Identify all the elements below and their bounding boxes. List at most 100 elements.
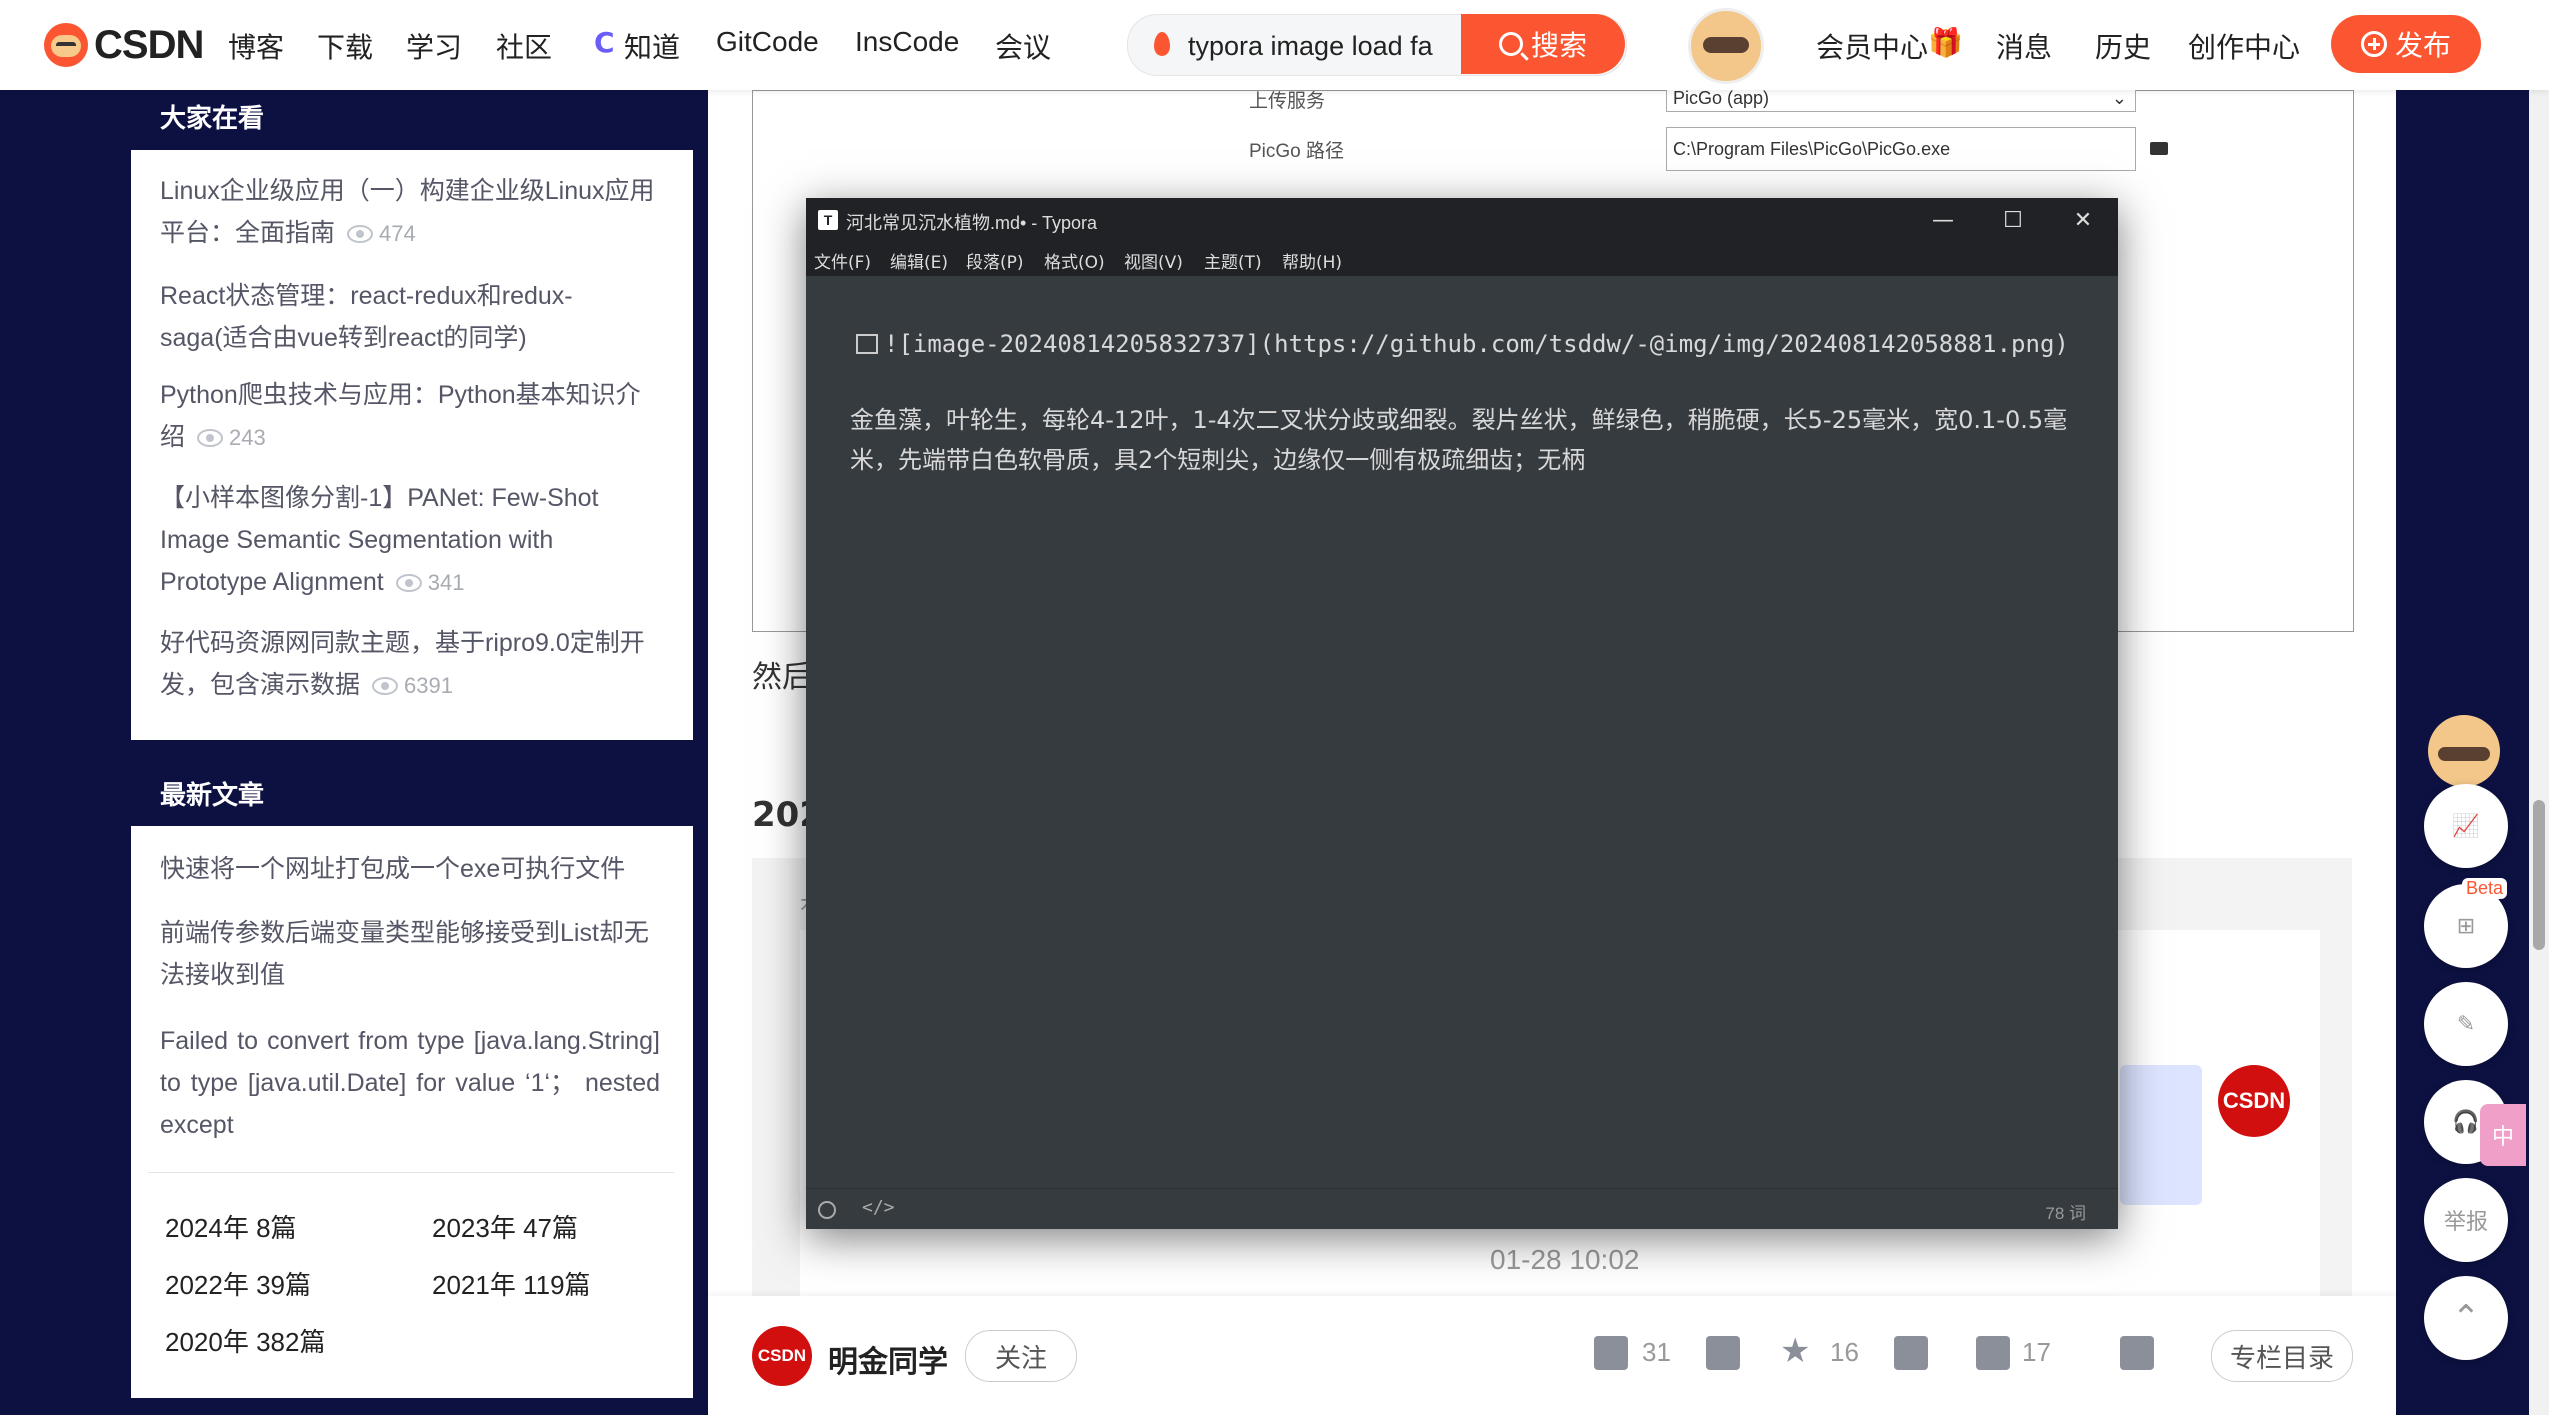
typora-app-icon: T xyxy=(818,210,838,230)
word-count[interactable]: 78 词 xyxy=(2045,1199,2086,1224)
column-toc-button[interactable]: 专栏目录 xyxy=(2211,1330,2353,1382)
share-icon[interactable] xyxy=(2120,1336,2154,1370)
nav-blog[interactable]: 博客 xyxy=(228,26,284,66)
archive-item[interactable]: 2020年 382篇 xyxy=(165,1322,325,1359)
eye-icon xyxy=(395,574,422,593)
like-count: 31 xyxy=(1642,1337,1671,1367)
nav-gitcode[interactable]: GitCode xyxy=(716,26,819,58)
dislike-icon[interactable] xyxy=(1706,1336,1740,1370)
like-icon[interactable] xyxy=(1594,1336,1628,1370)
menu-format[interactable]: 格式(O) xyxy=(1044,248,1105,273)
edit-icon[interactable]: ✎ xyxy=(2424,982,2508,1066)
nav-vip-center[interactable]: 会员中心 xyxy=(1816,26,1928,66)
csdn-logo[interactable]: CSDN xyxy=(44,22,204,68)
chat-bubble xyxy=(2120,1065,2202,1205)
article-text: 然后 xyxy=(752,660,812,695)
author-avatar[interactable]: CSDN xyxy=(752,1326,812,1386)
menu-theme[interactable]: 主题(T) xyxy=(1204,248,1262,273)
view-count: 6391 xyxy=(404,673,453,698)
scrollbar-thumb[interactable] xyxy=(2533,800,2545,950)
eye-icon xyxy=(372,677,399,696)
image-markdown-line[interactable]: ![image-20240814205832737](https://githu… xyxy=(884,330,2069,358)
search-input[interactable] xyxy=(1186,25,1450,67)
upload-service-label: 上传服务 xyxy=(1249,91,1326,112)
archive-count: 39篇 xyxy=(256,1270,311,1300)
menu-edit[interactable]: 编辑(E) xyxy=(890,248,948,273)
popular-item-title: React状态管理：react-redux和redux-saga(适合由vue转… xyxy=(160,282,573,352)
favorite-icon[interactable]: ★ xyxy=(1780,1331,1810,1371)
archive-count: 47篇 xyxy=(523,1213,578,1243)
archive-item[interactable]: 2022年 39篇 xyxy=(165,1265,311,1302)
popular-item[interactable]: 【小样本图像分割-1】PANet: Few-Shot Image Semanti… xyxy=(160,477,660,604)
scrollbar[interactable] xyxy=(2529,90,2549,1415)
csdn-badge: CSDN xyxy=(2218,1065,2290,1137)
menu-file[interactable]: 文件(F) xyxy=(814,248,871,273)
close-icon[interactable]: ✕ xyxy=(2048,198,2118,242)
logo-text: CSDN xyxy=(94,22,204,67)
nav-inscode[interactable]: InsCode xyxy=(855,26,959,58)
archive-year: 2020年 xyxy=(165,1327,249,1357)
reward-icon[interactable] xyxy=(1894,1336,1928,1370)
archive-item[interactable]: 2024年 8篇 xyxy=(165,1208,297,1245)
popular-item[interactable]: Python爬虫技术与应用：Python基本知识介绍 243 xyxy=(160,374,660,459)
archive-year: 2021年 xyxy=(432,1270,516,1300)
popular-item[interactable]: React状态管理：react-redux和redux-saga(适合由vue转… xyxy=(160,275,660,359)
popular-item[interactable]: Linux企业级应用（一）构建企业级Linux应用平台：全面指南 474 xyxy=(160,170,660,255)
archive-count: 8篇 xyxy=(256,1213,297,1243)
picgo-path-field: C:\Program Files\PicGo\PicGo.exe xyxy=(1666,127,2136,171)
nav-history[interactable]: 历史 xyxy=(2095,26,2151,66)
view-count: 243 xyxy=(229,425,266,450)
publish-button[interactable]: 发布 xyxy=(2331,15,2481,73)
popular-item-title: 好代码资源网同款主题，基于ripro9.0定制开发，包含演示数据 xyxy=(160,629,645,699)
nav-zhidao[interactable]: 知道 xyxy=(624,26,680,66)
nav-messages[interactable]: 消息 xyxy=(1996,26,2052,66)
status-bar: </> 78 词 xyxy=(806,1188,2118,1229)
back-to-top-icon[interactable]: ⌃ xyxy=(2424,1276,2508,1360)
window-titlebar[interactable]: T 河北常见沉水植物.md• - Typora — ☐ ✕ xyxy=(806,198,2118,242)
popular-item-title: 【小样本图像分割-1】PANet: Few-Shot Image Semanti… xyxy=(160,484,599,596)
source-mode-icon[interactable]: </> xyxy=(862,1197,895,1218)
nav-creator-center[interactable]: 创作中心 xyxy=(2188,26,2300,66)
latest-title: 最新文章 xyxy=(160,781,265,811)
nav-learn[interactable]: 学习 xyxy=(406,26,462,66)
maximize-icon[interactable]: ☐ xyxy=(1978,198,2048,242)
ime-indicator: 中 xyxy=(2480,1104,2526,1166)
comment-icon[interactable] xyxy=(1976,1336,2010,1370)
zhidao-c-icon: C xyxy=(594,26,615,59)
folder-icon xyxy=(2150,142,2168,155)
archive-year: 2022年 xyxy=(165,1270,249,1300)
eye-icon xyxy=(347,225,374,244)
archive-item[interactable]: 2023年 47篇 xyxy=(432,1208,578,1245)
eye-icon xyxy=(197,429,224,448)
nav-meeting[interactable]: 会议 xyxy=(995,26,1051,66)
archive-item[interactable]: 2021年 119篇 xyxy=(432,1265,591,1302)
latest-item[interactable]: 前端传参数后端变量类型能够接受到List却无法接收到值 xyxy=(160,912,660,996)
user-avatar[interactable] xyxy=(1688,8,1764,84)
menu-view[interactable]: 视图(V) xyxy=(1124,248,1183,273)
menu-paragraph[interactable]: 段落(P) xyxy=(966,248,1024,273)
popular-item[interactable]: 好代码资源网同款主题，基于ripro9.0定制开发，包含演示数据 6391 xyxy=(160,622,660,707)
outline-toggle-icon[interactable] xyxy=(818,1201,836,1219)
editor-paragraph[interactable]: 金鱼藻，叶轮生，每轮4-12叶，1-4次二叉状分歧或细裂。裂片丝状，鲜绿色，稍脆… xyxy=(850,400,2070,480)
comment-count: 17 xyxy=(2022,1337,2051,1367)
minimize-icon[interactable]: — xyxy=(1908,198,1978,242)
archive-count: 382篇 xyxy=(256,1327,326,1357)
report-button[interactable]: 举报 xyxy=(2424,1178,2508,1262)
search-button[interactable]: 搜索 xyxy=(1461,14,1625,74)
latest-item[interactable]: Failed to convert from type [java.lang.S… xyxy=(160,1020,660,1146)
archive-year: 2023年 xyxy=(432,1213,516,1243)
search-icon xyxy=(1498,32,1523,56)
view-count: 341 xyxy=(427,570,465,595)
nav-community[interactable]: 社区 xyxy=(496,26,552,66)
author-name[interactable]: 明金同学 xyxy=(828,1337,948,1381)
favorite-count: 16 xyxy=(1830,1337,1859,1367)
follow-button[interactable]: 关注 xyxy=(965,1330,1077,1382)
nav-download[interactable]: 下载 xyxy=(317,26,373,66)
menu-help[interactable]: 帮助(H) xyxy=(1282,248,1342,273)
latest-item[interactable]: 快速将一个网址打包成一个exe可执行文件 xyxy=(160,848,660,890)
trend-icon[interactable]: 📈 xyxy=(2424,784,2508,868)
publish-label: 发布 xyxy=(2394,29,2451,62)
timestamp: 01-28 10:02 xyxy=(1490,1244,1640,1275)
mascot-icon xyxy=(44,23,88,67)
window-title: 河北常见沉水植物.md• - Typora xyxy=(846,213,1098,233)
